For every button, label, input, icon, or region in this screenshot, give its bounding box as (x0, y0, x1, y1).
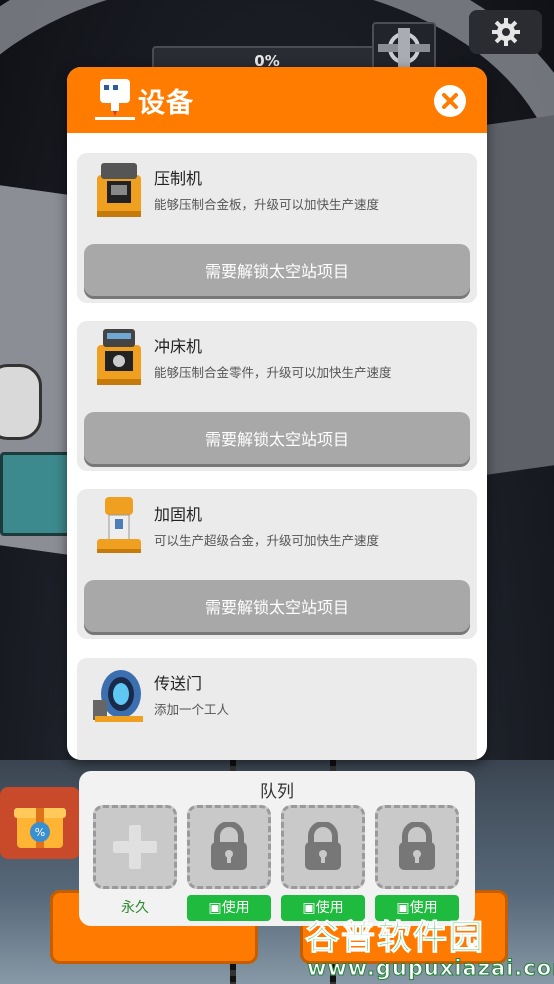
gear-icon (491, 18, 520, 46)
watermark-brand: 谷普软件园 (305, 918, 485, 959)
settings-button[interactable] (469, 10, 542, 54)
reinforce-machine-icon (97, 497, 141, 553)
equipment-card-punch: 冲床机 能够压制合金零件，升级可以加快生产速度 需要解锁太空站项目 (77, 321, 477, 471)
queue-title: 队列 (260, 782, 294, 802)
equipment-description: 添加一个工人 (154, 702, 230, 717)
astronaut-worker[interactable] (0, 364, 42, 440)
close-icon (442, 93, 458, 109)
equipment-header-icon (95, 79, 135, 120)
equipment-description: 能够压制合金板，升级可以加快生产速度 (154, 197, 380, 212)
slot-label-permanent: 永久 (121, 900, 149, 916)
svg-text:%: % (35, 826, 45, 839)
site-watermark: 谷普软件园 www.gupuxiazai.com (305, 910, 554, 984)
station-icon (378, 28, 430, 68)
gift-box-icon: % (14, 808, 66, 848)
equipment-card-portal: 传送门 添加一个工人 (77, 658, 477, 760)
lock-icon (211, 822, 247, 870)
equipment-card-reinforce: 加固机 可以生产超级合金，升级可加快生产速度 需要解锁太空站项目 (77, 489, 477, 639)
equipment-name: 压制机 (154, 169, 203, 188)
queue-slot-locked[interactable] (187, 805, 271, 889)
queue-slot-locked[interactable] (375, 805, 459, 889)
press-machine-icon (97, 163, 141, 217)
lock-icon (305, 822, 341, 870)
portal-icon (93, 670, 143, 722)
unlock-required-button[interactable]: 需要解锁太空站项目 (84, 412, 470, 464)
plus-icon (113, 825, 157, 869)
equipment-name: 冲床机 (154, 337, 203, 356)
unlock-required-button[interactable]: 需要解锁太空站项目 (84, 580, 470, 632)
use-label: 使用 (221, 900, 250, 916)
equipment-name: 传送门 (154, 674, 203, 693)
watermark-url: www.gupuxiazai.com (306, 956, 554, 981)
video-icon: ▣ (208, 900, 222, 916)
equipment-card-press: 压制机 能够压制合金板，升级可以加快生产速度 需要解锁太空站项目 (77, 153, 477, 303)
dialog-header: 设备 (67, 67, 487, 133)
gift-discount-button[interactable]: % (0, 787, 80, 859)
close-button[interactable] (434, 85, 466, 117)
queue-panel: 队列 永久 ▣使用 ▣使用 ▣使用 (79, 771, 475, 926)
equipment-description: 能够压制合金零件，升级可以加快生产速度 (154, 365, 392, 380)
station-wall-right (487, 115, 554, 475)
equipment-list[interactable]: 压制机 能够压制合金板，升级可以加快生产速度 需要解锁太空站项目 冲床机 能够压… (67, 133, 487, 760)
punch-machine-icon (97, 329, 141, 385)
use-video-button[interactable]: ▣使用 (187, 895, 271, 921)
equipment-name: 加固机 (154, 505, 203, 524)
equipment-dialog: 设备 压制机 能够压制合金板，升级可以加快生产速度 需要解锁太空站项目 冲床机 … (67, 67, 487, 760)
equipment-description: 可以生产超级合金，升级可加快生产速度 (154, 533, 380, 548)
lock-icon (399, 822, 435, 870)
station-module[interactable] (0, 452, 72, 536)
dialog-title: 设备 (138, 88, 194, 119)
queue-slot-locked[interactable] (281, 805, 365, 889)
queue-slot-add[interactable] (93, 805, 177, 889)
unlock-required-button[interactable]: 需要解锁太空站项目 (84, 244, 470, 296)
